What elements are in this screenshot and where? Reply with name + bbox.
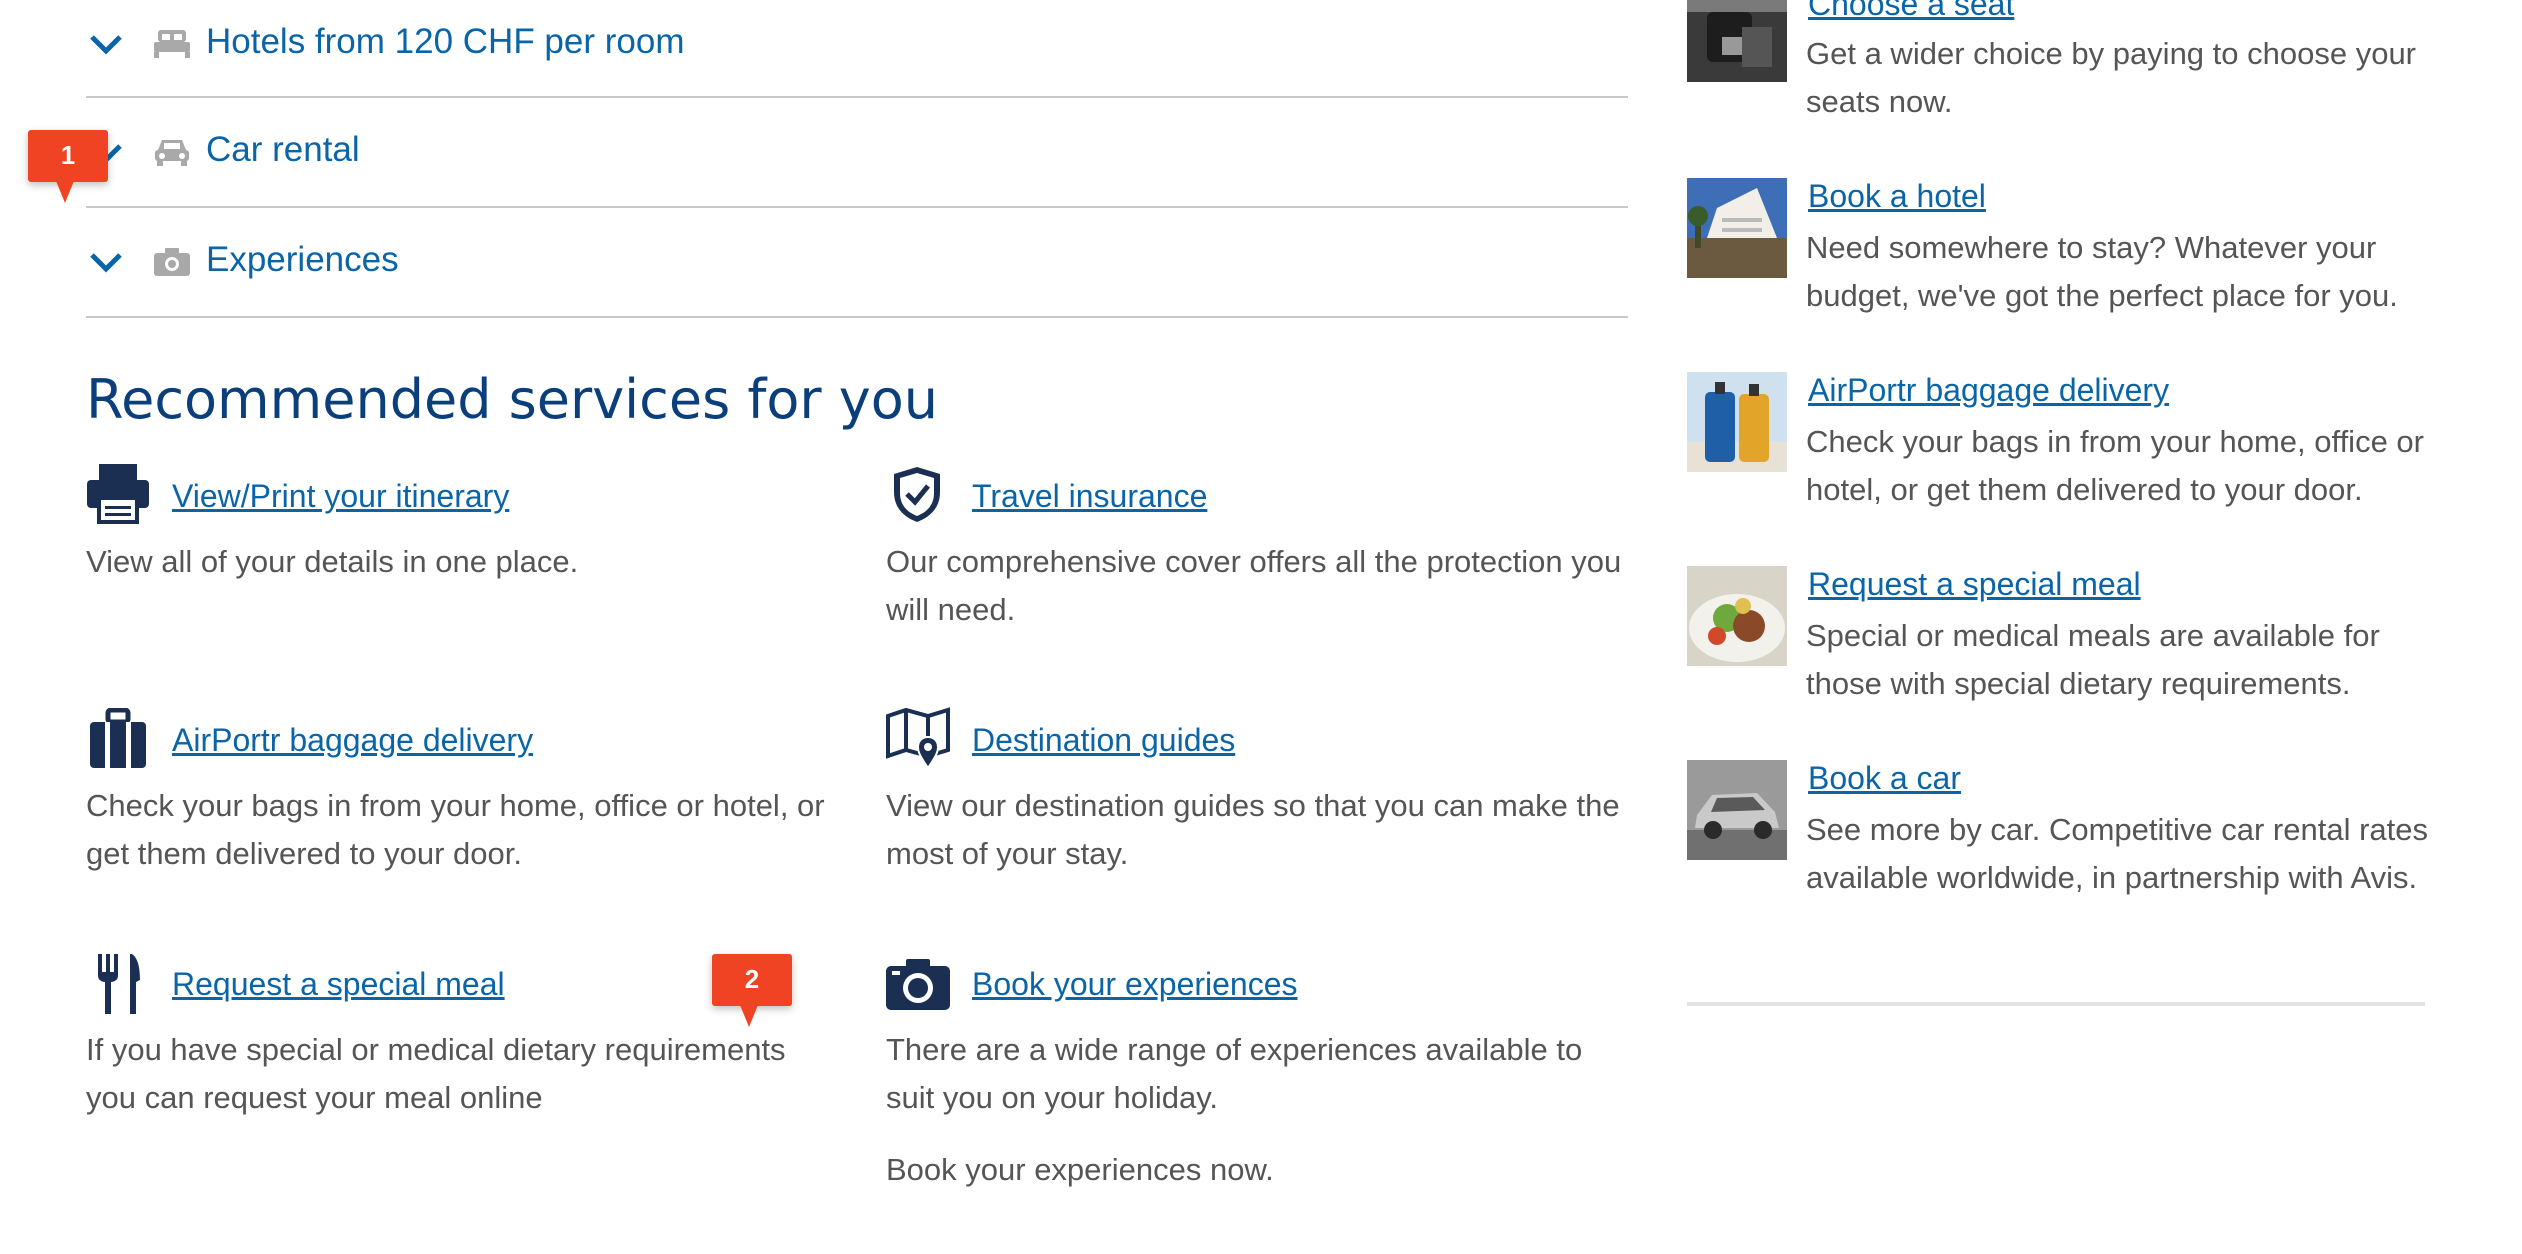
sidebar-link-choose-seat[interactable]: Choose a seat (1808, 0, 2014, 23)
recommended-heading: Recommended services for you (86, 368, 939, 431)
airportr-baggage-desc: Check your bags in from your home, offic… (86, 788, 825, 871)
sidebar-link-airportr[interactable]: AirPortr baggage delivery (1808, 372, 2169, 409)
chevron-down-icon[interactable] (88, 250, 124, 274)
printer-icon (87, 464, 149, 524)
seat-thumbnail[interactable] (1687, 0, 1787, 82)
view-print-itinerary-link[interactable]: View/Print your itinerary (172, 478, 509, 515)
luggage-thumbnail[interactable] (1687, 372, 1787, 472)
cutlery-icon (98, 954, 140, 1014)
car-thumbnail[interactable] (1687, 760, 1787, 860)
sidebar-desc-book-hotel: Need somewhere to stay? Whatever your bu… (1806, 230, 2398, 313)
chevron-down-icon[interactable] (88, 32, 124, 56)
sidebar-desc-book-car: See more by car. Competitive car rental … (1806, 812, 2428, 895)
sidebar-link-book-hotel[interactable]: Book a hotel (1808, 178, 1986, 215)
book-experiences-desc-2: Book your experiences now. (886, 1152, 1274, 1187)
shield-icon (894, 467, 940, 522)
airportr-baggage-link[interactable]: AirPortr baggage delivery (172, 722, 533, 759)
book-experiences-desc: There are a wide range of experiences av… (886, 1032, 1583, 1115)
travel-insurance-desc: Our comprehensive cover offers all the p… (886, 544, 1622, 627)
sidebar-desc-airportr: Check your bags in from your home, offic… (1806, 424, 2424, 507)
accordion-hotels[interactable]: Hotels from 120 CHF per room (86, 0, 1628, 98)
travel-insurance-link[interactable]: Travel insurance (972, 478, 1207, 515)
car-icon (155, 140, 189, 166)
sidebar-divider (1687, 1002, 2425, 1006)
camera-icon (886, 959, 950, 1010)
accordion-car-rental[interactable]: Car rental (86, 98, 1628, 208)
sidebar-desc-special-meal: Special or medical meals are available f… (1806, 618, 2380, 701)
bed-icon (154, 30, 190, 58)
luggage-icon (90, 708, 146, 768)
camera-icon (154, 248, 190, 276)
destination-guides-desc: View our destination guides so that you … (886, 788, 1620, 871)
hotel-thumbnail[interactable] (1687, 178, 1787, 278)
request-special-meal-desc: If you have special or medical dietary r… (86, 1032, 786, 1115)
meal-thumbnail[interactable] (1687, 566, 1787, 666)
book-experiences-link[interactable]: Book your experiences (972, 966, 1298, 1003)
accordion-label-experiences[interactable]: Experiences (206, 240, 399, 280)
accordion-label-hotels[interactable]: Hotels from 120 CHF per room (206, 22, 684, 62)
accordion-label-car-rental[interactable]: Car rental (206, 130, 360, 170)
sidebar-desc-choose-seat: Get a wider choice by paying to choose y… (1806, 36, 2417, 119)
map-icon (886, 707, 950, 770)
destination-guides-link[interactable]: Destination guides (972, 722, 1235, 759)
sidebar-link-book-car[interactable]: Book a car (1808, 760, 1961, 797)
view-print-itinerary-desc: View all of your details in one place. (86, 544, 579, 579)
sidebar-link-special-meal[interactable]: Request a special meal (1808, 566, 2141, 603)
accordion-experiences[interactable]: Experiences (86, 208, 1628, 318)
request-special-meal-link[interactable]: Request a special meal (172, 966, 505, 1003)
